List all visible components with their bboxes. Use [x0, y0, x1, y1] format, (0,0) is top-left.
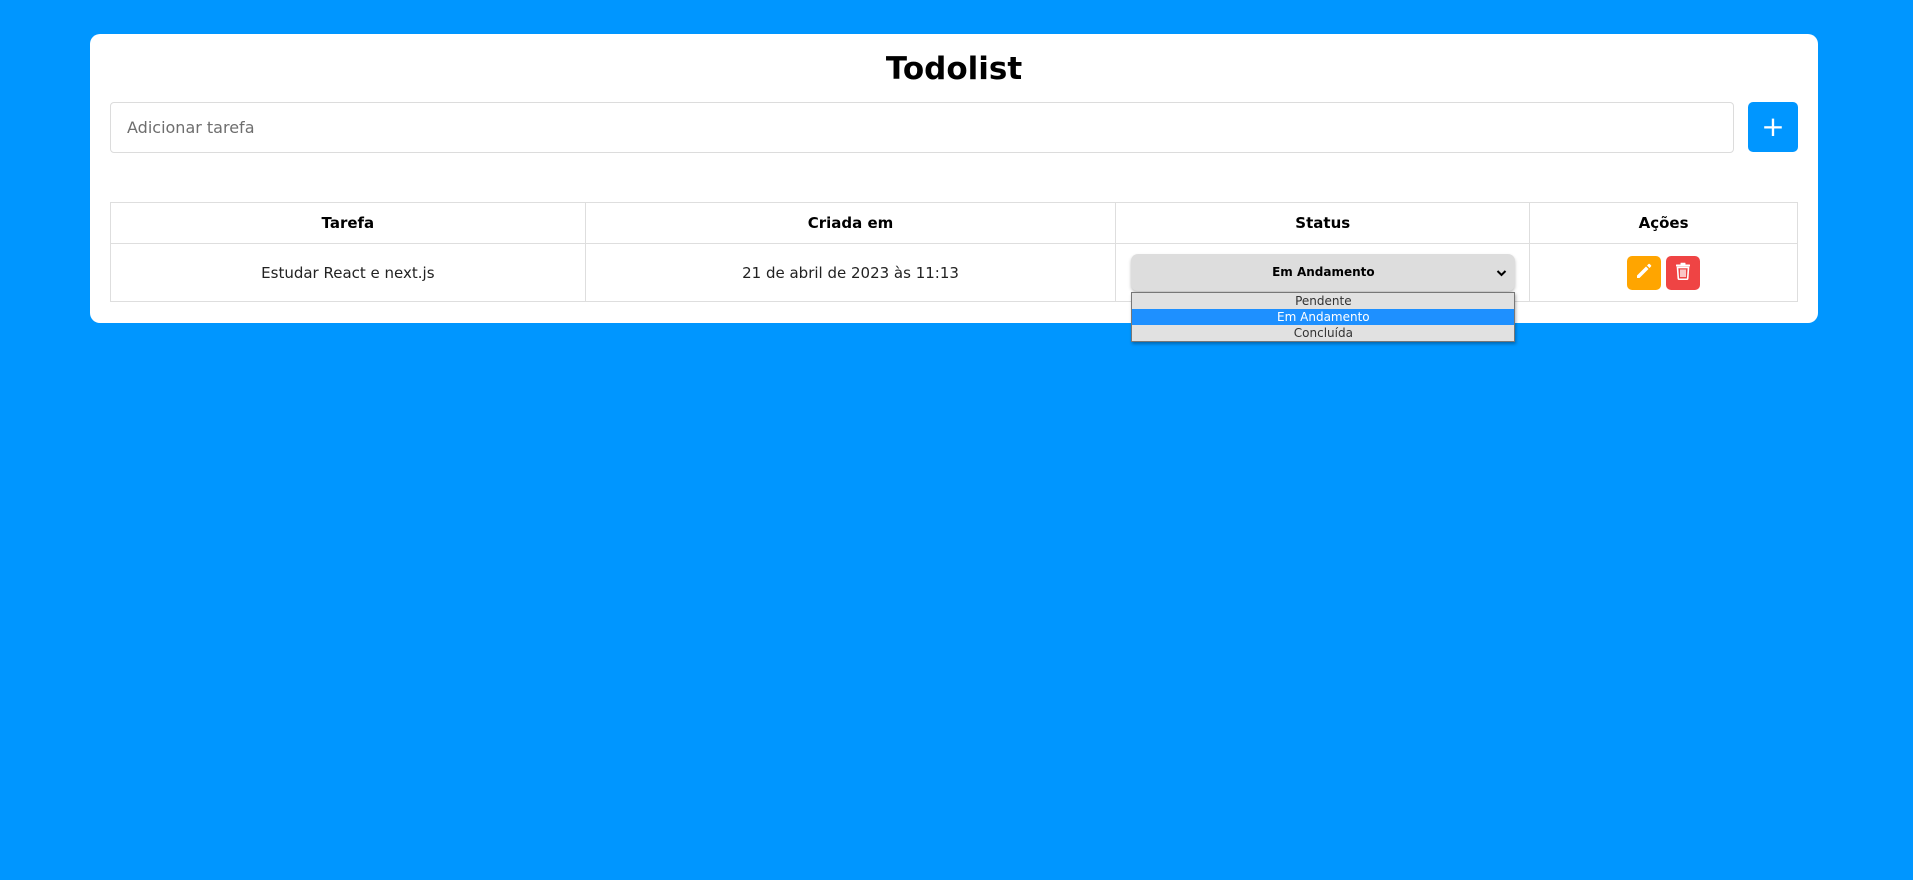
actions-cell [1529, 243, 1798, 302]
todo-card: Todolist + Tarefa Criada em Status Ações… [90, 34, 1818, 342]
chevron-down-icon [1496, 254, 1507, 291]
created-at-cell: 21 de abril de 2023 às 11:13 [584, 243, 1117, 302]
page-title: Todolist [885, 51, 1023, 87]
status-option-em-andamento[interactable]: Em Andamento [1132, 309, 1515, 325]
header-task: Tarefa [110, 202, 586, 244]
edit-task-button[interactable] [1627, 255, 1662, 290]
add-task-button[interactable]: + [1748, 102, 1798, 152]
row-actions [1530, 255, 1797, 290]
status-select-value: Em Andamento [1272, 265, 1375, 279]
add-task-input[interactable] [110, 102, 1734, 153]
table-header-row: Tarefa Criada em Status Ações [110, 202, 1798, 244]
tasks-table: Tarefa Criada em Status Ações Estudar Re… [110, 202, 1798, 342]
header-created-at: Criada em [584, 202, 1117, 244]
status-option-concluida[interactable]: Concluída [1132, 325, 1514, 341]
header-actions: Ações [1529, 202, 1798, 244]
trash-icon [1675, 262, 1691, 283]
table-row: Estudar React e next.js 21 de abril de 2… [110, 243, 1798, 342]
task-name-cell: Estudar React e next.js [110, 243, 586, 302]
status-select[interactable]: Em Andamento [1131, 254, 1516, 291]
status-dropdown-list: Pendente Em Andamento Concluída [1131, 292, 1516, 342]
pencil-icon [1635, 262, 1653, 283]
status-cell: Em Andamento Pendente Em Andamento Concl… [1115, 243, 1531, 342]
delete-task-button[interactable] [1666, 255, 1701, 290]
status-option-pendente[interactable]: Pendente [1132, 293, 1514, 309]
header-status: Status [1115, 202, 1531, 244]
